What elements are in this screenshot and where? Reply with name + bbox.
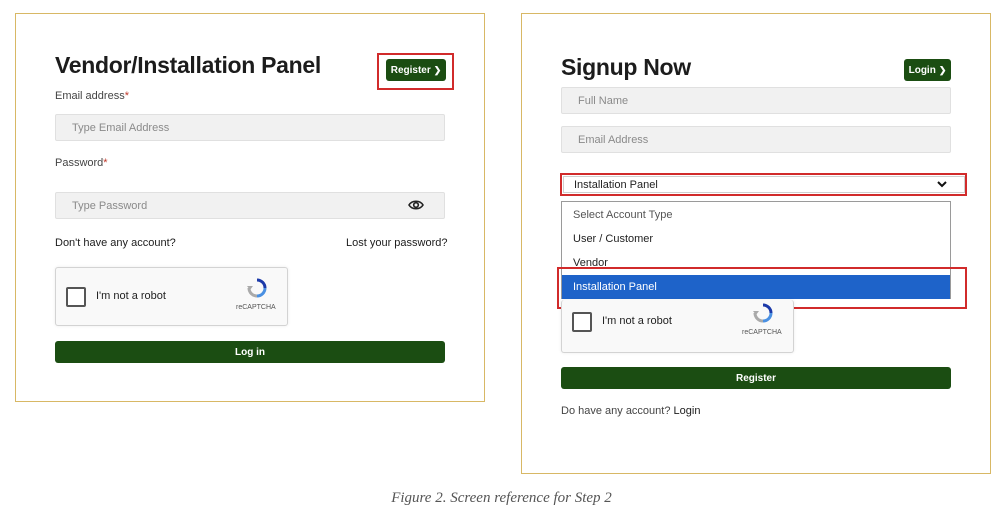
dropdown-option-user-customer[interactable]: User / Customer — [562, 227, 950, 251]
have-account-text: Do have any account? — [561, 405, 671, 417]
chevron-right-icon: ❯ — [433, 64, 442, 75]
full-name-placeholder: Full Name — [578, 94, 629, 107]
recaptcha-checkbox[interactable] — [66, 287, 86, 307]
have-account-row: Do have any account? Login — [561, 405, 700, 417]
recaptcha-text: I'm not a robot — [602, 315, 672, 327]
eye-icon[interactable] — [408, 198, 424, 212]
login-button-label: Login — [908, 64, 936, 76]
password-label-text: Password — [55, 157, 104, 169]
login-button[interactable]: Log in — [55, 341, 445, 363]
recaptcha-text: I'm not a robot — [96, 290, 166, 302]
full-name-input[interactable]: Full Name — [561, 87, 951, 114]
login-link[interactable]: Login — [674, 405, 701, 417]
required-mark: * — [124, 90, 129, 102]
login-button-label: Log in — [235, 346, 265, 358]
lost-password-link[interactable]: Lost your password? — [346, 237, 448, 249]
recaptcha-brand: reCAPTCHA — [742, 329, 782, 336]
register-button-label: Register — [390, 64, 431, 76]
password-label: Password* — [55, 157, 108, 169]
register-button-label: Register — [735, 372, 776, 384]
panel-title: Vendor/Installation Panel — [55, 52, 322, 78]
recaptcha-widget: I'm not a robot reCAPTCHA — [561, 300, 794, 353]
register-button[interactable]: Register — [561, 367, 951, 389]
email-input[interactable]: Email Address — [561, 126, 951, 153]
vendor-login-panel: Vendor/Installation Panel Register ❯ Ema… — [15, 13, 485, 402]
required-mark: * — [103, 157, 108, 169]
recaptcha-brand: reCAPTCHA — [236, 304, 276, 311]
chevron-down-icon[interactable] — [936, 177, 948, 189]
signup-panel: Signup Now Login ❯ Full Name Email Addre… — [521, 13, 991, 474]
select-highlight-box — [560, 173, 967, 196]
dropdown-option-placeholder[interactable]: Select Account Type — [562, 203, 950, 227]
recaptcha-icon — [246, 278, 268, 298]
no-account-text: Don't have any account? — [55, 237, 176, 249]
panel-title: Signup Now — [561, 54, 691, 80]
recaptcha-widget: I'm not a robot reCAPTCHA — [55, 267, 288, 326]
email-placeholder: Email Address — [578, 133, 649, 146]
chevron-right-icon: ❯ — [938, 64, 947, 75]
email-label-text: Email address — [55, 90, 125, 102]
recaptcha-icon — [752, 303, 774, 323]
email-input[interactable]: Type Email Address — [55, 114, 445, 141]
register-button[interactable]: Register ❯ — [386, 59, 446, 81]
login-button[interactable]: Login ❯ — [904, 59, 951, 81]
password-input[interactable]: Type Password — [55, 192, 445, 219]
email-placeholder: Type Email Address — [72, 121, 170, 134]
email-label: Email address* — [55, 90, 129, 102]
figure-caption: Figure 2. Screen reference for Step 2 — [391, 490, 612, 506]
recaptcha-checkbox[interactable] — [572, 312, 592, 332]
password-placeholder: Type Password — [72, 199, 148, 212]
